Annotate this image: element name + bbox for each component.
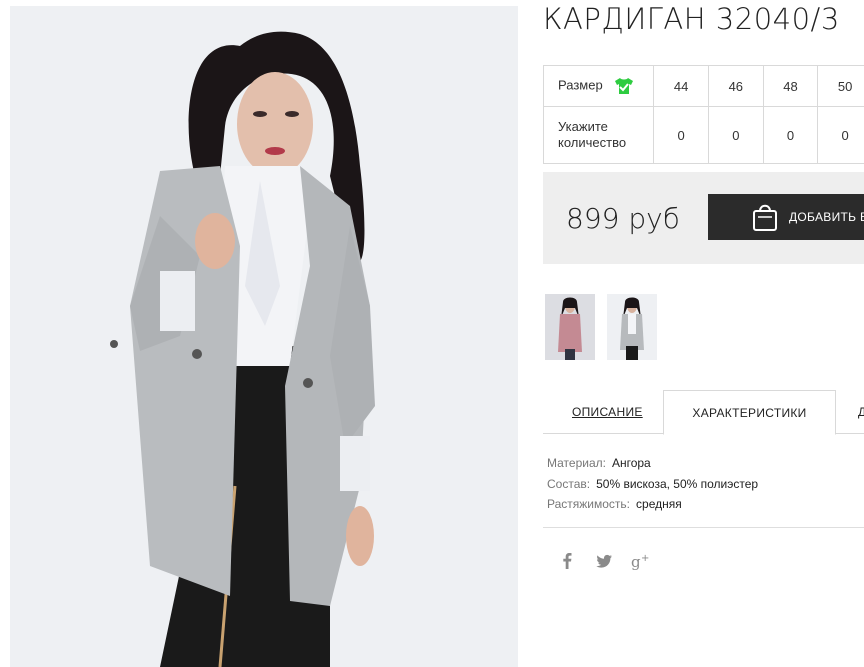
- size-46[interactable]: 46: [707, 65, 764, 107]
- shopping-bag-icon: [753, 204, 777, 231]
- size-quantity-table: Размер 44 46 48 50 Укажите количество 0 …: [542, 65, 864, 164]
- characteristic-stretch: Растяжимость: средняя: [547, 497, 682, 511]
- quantity-row: Укажите количество 0 0 0 0: [542, 106, 864, 164]
- quantity-input-46[interactable]: 0: [707, 106, 764, 164]
- characteristic-composition: Состав: 50% вискоза, 50% полиэстер: [547, 476, 759, 491]
- price-box: 899 руб ДОБАВИТЬ В: [543, 172, 864, 264]
- price: 899 руб: [566, 202, 680, 235]
- characteristic-material: Материал: Ангора: [547, 456, 651, 470]
- size-row: Размер 44 46 48 50: [542, 65, 864, 107]
- size-44[interactable]: 44: [653, 65, 709, 107]
- tab-more[interactable]: Д: [858, 405, 864, 419]
- facebook-icon[interactable]: [556, 550, 578, 572]
- svg-text:g: g: [631, 553, 641, 571]
- section-divider: [543, 527, 864, 528]
- svg-text:+: +: [641, 553, 649, 564]
- quantity-input-50[interactable]: 0: [817, 106, 864, 164]
- tab-characteristics[interactable]: ХАРАКТЕРИСТИКИ: [663, 390, 836, 435]
- thumbnail-pink[interactable]: [545, 294, 595, 360]
- size-48[interactable]: 48: [762, 65, 819, 107]
- quantity-input-48[interactable]: 0: [762, 106, 819, 164]
- size-label: Размер: [558, 77, 603, 93]
- add-to-cart-label: ДОБАВИТЬ В: [789, 210, 864, 224]
- thumbnail-grey[interactable]: [607, 294, 657, 360]
- add-to-cart-button[interactable]: ДОБАВИТЬ В: [708, 194, 864, 240]
- product-main-photo[interactable]: [10, 6, 518, 667]
- tab-description[interactable]: ОПИСАНИЕ: [572, 405, 643, 419]
- tshirt-check-icon[interactable]: [614, 77, 634, 95]
- characteristics-list: Материал: Ангора Состав: 50% вискоза, 50% …: [547, 453, 758, 515]
- quantity-input-44[interactable]: 0: [653, 106, 709, 164]
- google-plus-icon[interactable]: g +: [630, 550, 652, 572]
- twitter-icon[interactable]: [593, 550, 615, 572]
- product-title: КАРДИГАН 32040/3: [543, 2, 840, 36]
- size-50[interactable]: 50: [817, 65, 864, 107]
- quantity-label: Укажите количество: [542, 106, 655, 164]
- size-label-cell: Размер: [542, 65, 655, 107]
